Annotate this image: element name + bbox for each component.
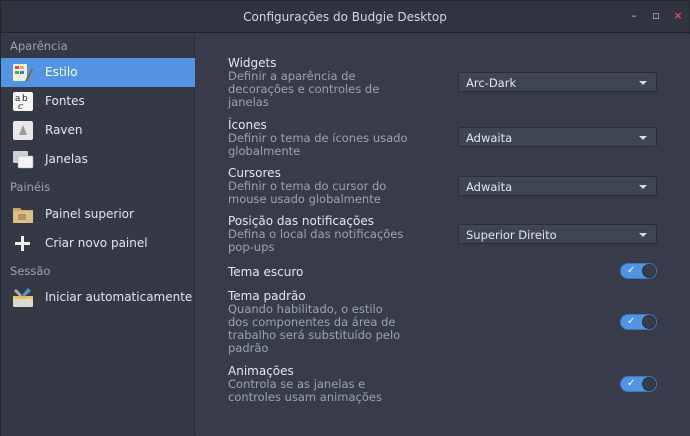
toggle-knob — [642, 377, 656, 391]
section-appearance: Aparência — [10, 39, 68, 53]
setting-name: Posição das notificações — [228, 214, 374, 228]
section-panels: Painéis — [10, 180, 51, 194]
minimize-icon[interactable]: – — [627, 9, 641, 23]
sidebar-item-top-panel[interactable]: Painel superior — [1, 200, 195, 229]
titlebar: Configurações do Budgie Desktop – ▫ × — [1, 1, 689, 33]
chevron-down-icon — [639, 185, 647, 189]
sidebar: Aparência Estilo a b c Fontes Raven Jane… — [1, 34, 195, 436]
sidebar-item-label: Raven — [45, 123, 83, 137]
sidebar-item-new-panel[interactable]: Criar novo painel — [1, 229, 195, 258]
setting-name: Cursores — [228, 166, 281, 180]
select-value: Superior Direito — [466, 228, 557, 242]
close-icon[interactable]: × — [671, 9, 685, 23]
raven-icon — [13, 121, 33, 140]
settings-panel: Widgets Definir a aparência de decoraçõe… — [196, 34, 690, 436]
setting-cursors: Cursores Definir o tema do cursor do mou… — [228, 166, 410, 206]
sidebar-item-label: Fontes — [45, 94, 85, 108]
window-title: Configurações do Budgie Desktop — [243, 10, 447, 24]
sidebar-item-raven[interactable]: Raven — [1, 116, 195, 145]
widgets-theme-select[interactable]: Arc-Dark — [458, 72, 657, 92]
autostart-icon — [13, 288, 33, 307]
notification-position-select[interactable]: Superior Direito — [458, 224, 657, 244]
fonts-icon: a b c — [13, 92, 33, 112]
setting-desc: Definir o tema do cursor do mouse usado … — [228, 179, 387, 206]
toggle-knob — [642, 315, 656, 329]
setting-desc: Defina o local das notificações pop-ups — [228, 227, 404, 254]
sidebar-item-label: Iniciar automaticamente — [45, 290, 193, 304]
sidebar-item-label: Criar novo painel — [45, 236, 148, 250]
settings-window: Configurações do Budgie Desktop – ▫ × Ap… — [0, 0, 690, 436]
setting-name: Ícones — [228, 118, 267, 132]
setting-dark-theme: Tema escuro — [228, 265, 303, 279]
sidebar-item-windows[interactable]: Janelas — [1, 145, 195, 174]
maximize-icon[interactable]: ▫ — [649, 9, 663, 23]
section-session: Sessão — [10, 264, 51, 278]
sidebar-item-label: Estilo — [45, 65, 78, 79]
sidebar-item-style[interactable]: Estilo — [1, 58, 195, 87]
toggle-knob — [642, 264, 656, 278]
style-icon — [13, 64, 33, 81]
check-icon: ✓ — [627, 316, 636, 327]
sidebar-item-fonts[interactable]: a b c Fontes — [1, 87, 195, 116]
setting-widgets: Widgets Definir a aparência de decoraçõe… — [228, 56, 410, 109]
setting-name: Tema escuro — [228, 265, 304, 279]
setting-desc: Definir o tema de ícones usado globalmen… — [228, 131, 408, 158]
setting-notifications: Posição das notificações Defina o local … — [228, 214, 410, 254]
dark-theme-toggle[interactable]: ✓ — [620, 263, 657, 279]
setting-animations: Animações Controla se as janelas e contr… — [228, 364, 410, 404]
add-icon — [15, 236, 30, 251]
chevron-down-icon — [639, 136, 647, 140]
setting-icons: Ícones Definir o tema de ícones usado gl… — [228, 118, 410, 158]
select-value: Adwaita — [466, 131, 513, 145]
sidebar-item-label: Painel superior — [45, 207, 134, 221]
sidebar-item-label: Janelas — [45, 152, 88, 166]
check-icon: ✓ — [627, 378, 636, 389]
setting-desc: Controla se as janelas e controles usam … — [228, 377, 382, 404]
setting-default-theme: Tema padrão Quando habilitado, o estilo … — [228, 289, 406, 355]
setting-desc: Quando habilitado, o estilo dos componen… — [228, 302, 401, 355]
icon-theme-select[interactable]: Adwaita — [458, 127, 657, 147]
check-icon: ✓ — [627, 265, 636, 276]
chevron-down-icon — [639, 81, 647, 85]
select-value: Adwaita — [466, 180, 513, 194]
default-theme-toggle[interactable]: ✓ — [620, 314, 657, 330]
setting-desc: Definir a aparência de decorações e cont… — [228, 69, 380, 109]
animations-toggle[interactable]: ✓ — [620, 376, 657, 392]
setting-name: Animações — [228, 364, 294, 378]
panel-icon — [13, 208, 33, 223]
select-value: Arc-Dark — [466, 76, 517, 90]
svg-text:c: c — [18, 102, 23, 112]
sidebar-item-autostart[interactable]: Iniciar automaticamente — [1, 283, 195, 312]
setting-name: Tema padrão — [228, 289, 306, 303]
setting-name: Widgets — [228, 56, 277, 70]
windows-icon — [13, 151, 34, 169]
cursor-theme-select[interactable]: Adwaita — [458, 176, 657, 196]
chevron-down-icon — [639, 233, 647, 237]
